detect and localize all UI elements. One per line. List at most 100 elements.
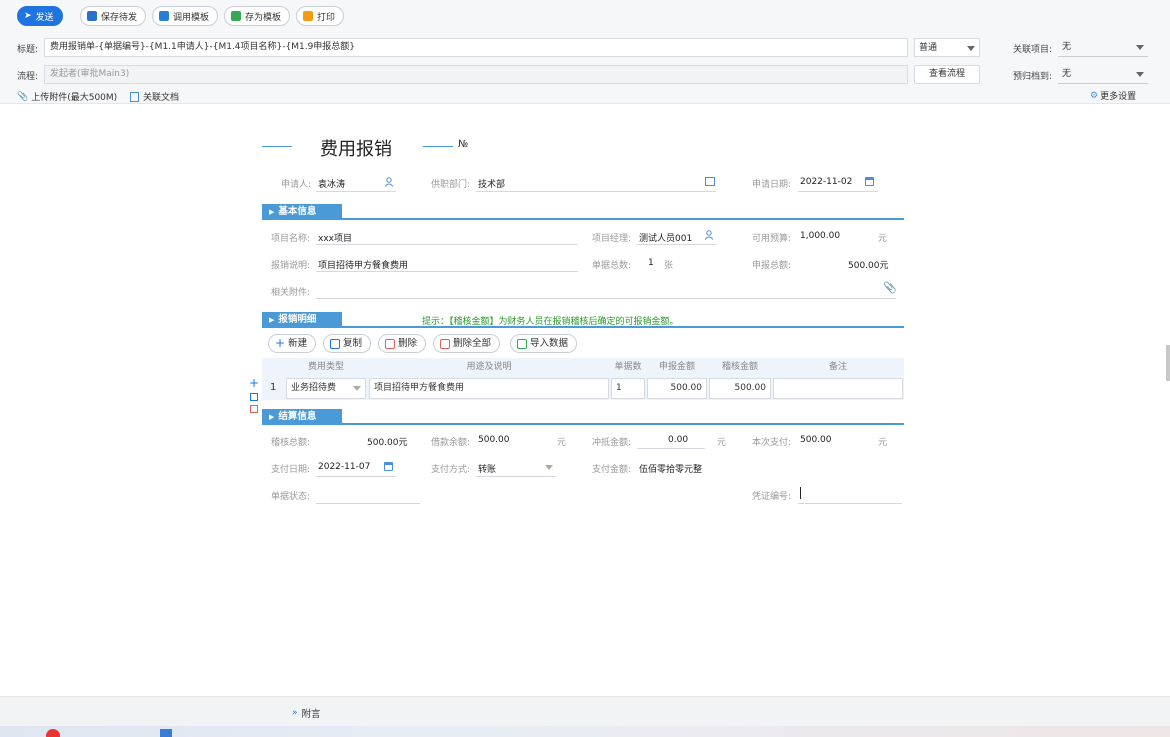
priority-select[interactable]: 普通 — [914, 38, 980, 57]
flow-input[interactable]: 发起者(审批Main3) — [44, 65, 908, 84]
desc-value[interactable]: 项目招待甲方餐食费用 — [318, 258, 408, 271]
row-type-select[interactable]: 业务招待费 — [286, 378, 366, 399]
project-name-value[interactable]: xxx项目 — [318, 231, 352, 244]
row-copy-icon[interactable] — [250, 393, 258, 401]
status-underline — [316, 503, 420, 504]
scrollbar-handle[interactable] — [1166, 345, 1170, 381]
loan-label: 借款余额: — [431, 438, 471, 448]
row-delete-icon[interactable] — [250, 405, 258, 413]
calendar-icon[interactable] — [865, 177, 874, 186]
row-amount-input[interactable]: 500.00 — [647, 378, 707, 399]
status-label: 单据状态: — [271, 492, 311, 502]
offset-value[interactable]: 0.00 — [668, 435, 688, 445]
row-index: 1 — [270, 382, 277, 393]
row-audit-input[interactable]: 500.00 — [709, 378, 771, 399]
save-template-button[interactable]: 存为模板 — [224, 6, 291, 26]
gear-icon: ⚙ — [1090, 90, 1099, 101]
form-no-label: № — [458, 139, 469, 150]
delete-all-button[interactable]: 删除全部 — [433, 334, 501, 353]
pay-date-value[interactable]: 2022-11-07 — [318, 462, 370, 472]
count-unit: 张 — [664, 261, 674, 271]
paperclip-icon[interactable]: 📎 — [883, 281, 897, 294]
text-cursor — [800, 487, 801, 499]
row-remark-input[interactable] — [773, 378, 903, 399]
voucher-label: 凭证编号: — [752, 492, 792, 502]
person-icon[interactable] — [384, 177, 394, 187]
calendar-icon[interactable] — [384, 462, 393, 471]
print-icon — [303, 11, 313, 21]
manager-label: 项目经理: — [592, 234, 632, 244]
title-decor-left — [262, 146, 292, 147]
project-name-underline — [316, 244, 578, 245]
print-button[interactable]: 打印 — [296, 6, 345, 26]
pay-method-underline — [476, 476, 556, 477]
person-icon[interactable] — [704, 230, 714, 240]
note-toggle[interactable]: » 附言 — [292, 706, 321, 720]
row-count-input[interactable]: 1 — [611, 378, 645, 399]
applicant-label: 申请人: — [281, 180, 312, 190]
os-taskbar — [0, 726, 1170, 737]
manager-underline — [637, 244, 717, 245]
related-doc-link[interactable]: 关联文档 — [130, 90, 179, 103]
chevron-down-icon[interactable] — [545, 465, 553, 470]
footer-bar: » 附言 — [0, 696, 1170, 726]
date-value[interactable]: 2022-11-02 — [800, 177, 852, 187]
new-row-button[interactable]: + 新建 — [268, 334, 317, 353]
send-button[interactable]: ➤ 发送 — [17, 6, 63, 26]
voucher-underline[interactable] — [798, 503, 902, 504]
trash-icon — [385, 338, 395, 349]
pay-label: 本次支付: — [752, 438, 792, 448]
department-icon[interactable] — [705, 177, 715, 186]
chevron-down-icon — [967, 46, 975, 51]
import-icon — [517, 338, 527, 349]
trash-all-icon — [440, 338, 450, 349]
manager-value: 测试人员001 — [639, 234, 693, 244]
use-template-button[interactable]: 调用模板 — [152, 6, 219, 26]
col-header-type: 费用类型 — [307, 362, 344, 372]
dept-label: 供职部门: — [431, 180, 471, 190]
save-pending-button[interactable]: 保存待发 — [80, 6, 147, 26]
col-header-amount: 申报金额 — [658, 362, 695, 372]
attach-label: 相关附件: — [271, 288, 311, 298]
import-data-button[interactable]: 导入数据 — [510, 334, 578, 353]
section-settle-title: 结算信息 — [262, 409, 342, 425]
project-name-label: 项目名称: — [271, 234, 311, 244]
desc-underline — [316, 271, 578, 272]
delete-row-button[interactable]: 删除 — [378, 334, 427, 353]
offset-label: 冲抵金额: — [592, 438, 632, 448]
more-settings-link[interactable]: ⚙ 更多设置 — [1090, 89, 1136, 103]
pay-method-value[interactable]: 转账 — [478, 462, 496, 475]
col-header-count: 单据数 — [614, 362, 642, 372]
copy-row-button[interactable]: 复制 — [323, 334, 372, 353]
send-icon: ➤ — [24, 11, 32, 21]
date-underline — [798, 191, 878, 192]
app-icon[interactable] — [46, 729, 60, 737]
total-value: 500.00元 — [848, 261, 889, 271]
related-project-select[interactable]: 无 — [1058, 38, 1148, 57]
upload-attachment-link[interactable]: 📎 上传附件(最大500M) — [17, 90, 117, 104]
dept-value: 技术部 — [478, 180, 506, 190]
archive-label: 预归档到: — [1013, 72, 1053, 82]
document-icon — [130, 91, 139, 102]
title-decor-right — [423, 146, 453, 147]
pay-value: 500.00 — [800, 435, 832, 445]
col-header-audit: 稽核金额 — [721, 362, 758, 372]
detail-hint: 提示：【稽核金额】为财务人员在报销稽核后确定的可报销金额。 — [422, 317, 679, 327]
desc-label: 报销说明: — [271, 261, 311, 271]
archive-select[interactable]: 无 — [1058, 65, 1148, 84]
row-purpose-input[interactable]: 项目招待甲方餐食费用 — [369, 378, 609, 399]
title-input[interactable]: 费用报销单-{单据编号}-{M1.1申请人}-{M1.4项目名称}-{M1.9申… — [44, 38, 908, 57]
budget-value: 1,000.00 — [800, 231, 841, 241]
related-project-label: 关联项目: — [1013, 45, 1053, 55]
chevron-double-down-icon: » — [292, 708, 298, 718]
copy-icon — [330, 338, 340, 349]
budget-label: 可用预算: — [752, 234, 792, 244]
plus-icon: + — [275, 336, 286, 350]
row-add-icon[interactable]: + — [249, 376, 259, 390]
pay-method-label: 支付方式: — [431, 465, 471, 475]
offset-unit: 元 — [717, 438, 727, 448]
loan-unit: 元 — [557, 438, 567, 448]
pay-date-underline — [316, 476, 396, 477]
app-icon[interactable] — [160, 729, 172, 737]
view-flow-button[interactable]: 查看流程 — [914, 65, 980, 84]
